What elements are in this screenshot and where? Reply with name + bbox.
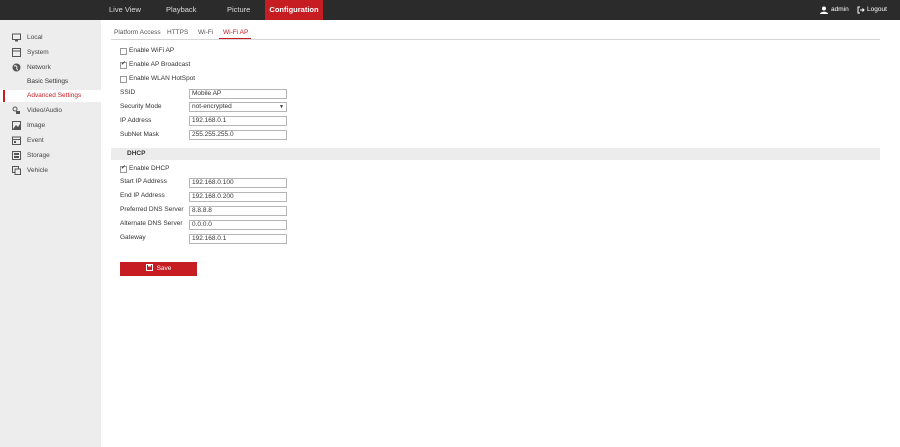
nav-picture[interactable]: Picture	[227, 0, 267, 20]
security-mode-label: Security Mode	[120, 103, 162, 110]
sidebar-subitem-label: Basic Settings	[27, 78, 69, 85]
security-mode-select[interactable]: not-encrypted ▼	[189, 102, 287, 112]
storage-icon	[12, 151, 21, 160]
save-button[interactable]: Save	[120, 262, 197, 276]
end-ip-input[interactable]: 192.168.0.200	[189, 192, 287, 202]
nav-live-view[interactable]: Live View	[109, 0, 149, 20]
sidebar-item-label: Video/Audio	[27, 107, 62, 114]
enable-ap-broadcast-checkbox[interactable]	[120, 60, 127, 69]
sidebar-item-label: Event	[27, 137, 44, 144]
sidebar-subitem-basic-settings[interactable]: Basic Settings	[0, 76, 101, 88]
enable-wlan-hotspot-label: Enable WLAN HotSpot	[129, 75, 196, 82]
username-label: admin	[831, 6, 849, 13]
video-audio-icon	[12, 106, 20, 114]
security-mode-value: not-encrypted	[192, 103, 232, 110]
start-ip-label: Start IP Address	[120, 178, 167, 185]
user-icon	[820, 6, 828, 14]
sidebar-subitem-label: Advanced Settings	[27, 92, 82, 99]
enable-dhcp-label: Enable DHCP	[129, 165, 170, 172]
dhcp-section-header: DHCP	[111, 148, 880, 160]
dropdown-arrow-icon: ▼	[279, 104, 284, 110]
logout-label: Logout	[867, 6, 887, 13]
subnet-mask-input[interactable]: 255.255.255.0	[189, 130, 287, 140]
nav-playback[interactable]: Playback	[166, 0, 206, 20]
preferred-dns-input[interactable]: 8.8.8.8	[189, 206, 287, 216]
ip-address-label: IP Address	[120, 117, 152, 124]
image-icon	[12, 121, 21, 130]
tab-bar: Platform Access HTTPS Wi-Fi Wi-Fi AP	[101, 20, 891, 40]
end-ip-label: End IP Address	[120, 192, 165, 199]
sidebar-item-label: Storage	[27, 152, 50, 159]
preferred-dns-label: Preferred DNS Server	[120, 206, 184, 213]
dhcp-section-title: DHCP	[127, 150, 146, 157]
sidebar-item-vehicle[interactable]: Vehicle	[0, 164, 101, 177]
logout-icon	[857, 6, 865, 14]
top-navigation-bar: Live View Playback Picture Configuration…	[0, 0, 900, 20]
sidebar-item-storage[interactable]: Storage	[0, 149, 101, 162]
sidebar: Local System Network Basic Settings Adva…	[0, 20, 101, 447]
sidebar-item-video-audio[interactable]: Video/Audio	[0, 104, 101, 117]
enable-ap-broadcast-label: Enable AP Broadcast	[129, 61, 191, 68]
ip-address-input[interactable]: 192.168.0.1	[189, 116, 287, 126]
vehicle-icon	[12, 166, 21, 175]
alternate-dns-input[interactable]: 0.0.0.0	[189, 220, 287, 230]
sidebar-item-network[interactable]: Network	[0, 61, 101, 74]
gateway-input[interactable]: 192.168.0.1	[189, 234, 287, 244]
subnet-mask-label: SubNet Mask	[120, 131, 160, 138]
sidebar-item-label: Local	[27, 34, 43, 41]
ssid-input[interactable]: Mobile AP	[189, 89, 287, 99]
tab-https[interactable]: HTTPS	[167, 28, 188, 38]
sidebar-subitem-advanced-settings[interactable]: Advanced Settings	[0, 90, 101, 102]
save-label: Save	[156, 265, 172, 272]
monitor-icon	[12, 33, 21, 42]
floppy-disk-icon	[145, 264, 153, 271]
sidebar-item-label: Vehicle	[27, 167, 48, 174]
sidebar-item-system[interactable]: System	[0, 46, 101, 59]
alternate-dns-label: Alternate DNS Server	[120, 220, 183, 227]
tab-wifi-ap[interactable]: Wi-Fi AP	[223, 28, 248, 38]
sidebar-item-label: Network	[27, 64, 51, 71]
enable-wlan-hotspot-checkbox[interactable]	[120, 76, 127, 83]
sidebar-item-label: Image	[27, 122, 46, 129]
event-icon	[12, 136, 21, 145]
sidebar-item-label: System	[27, 49, 49, 56]
ssid-label: SSID	[120, 89, 136, 96]
sidebar-item-image[interactable]: Image	[0, 119, 101, 132]
tab-platform-access[interactable]: Platform Access	[114, 28, 161, 38]
globe-icon	[12, 63, 21, 72]
start-ip-input[interactable]: 192.168.0.100	[189, 178, 287, 188]
nav-configuration[interactable]: Configuration	[265, 0, 323, 20]
tab-wifi[interactable]: Wi-Fi	[198, 28, 213, 38]
tab-divider	[111, 39, 880, 40]
system-icon	[12, 48, 21, 57]
enable-wifi-ap-label: Enable WiFi AP	[129, 47, 175, 54]
enable-dhcp-checkbox[interactable]	[120, 164, 127, 173]
enable-wifi-ap-checkbox[interactable]	[120, 48, 127, 55]
active-indicator	[3, 90, 5, 102]
sidebar-item-event[interactable]: Event	[0, 134, 101, 147]
sidebar-item-local[interactable]: Local	[0, 31, 101, 44]
gateway-label: Gateway	[120, 234, 146, 241]
